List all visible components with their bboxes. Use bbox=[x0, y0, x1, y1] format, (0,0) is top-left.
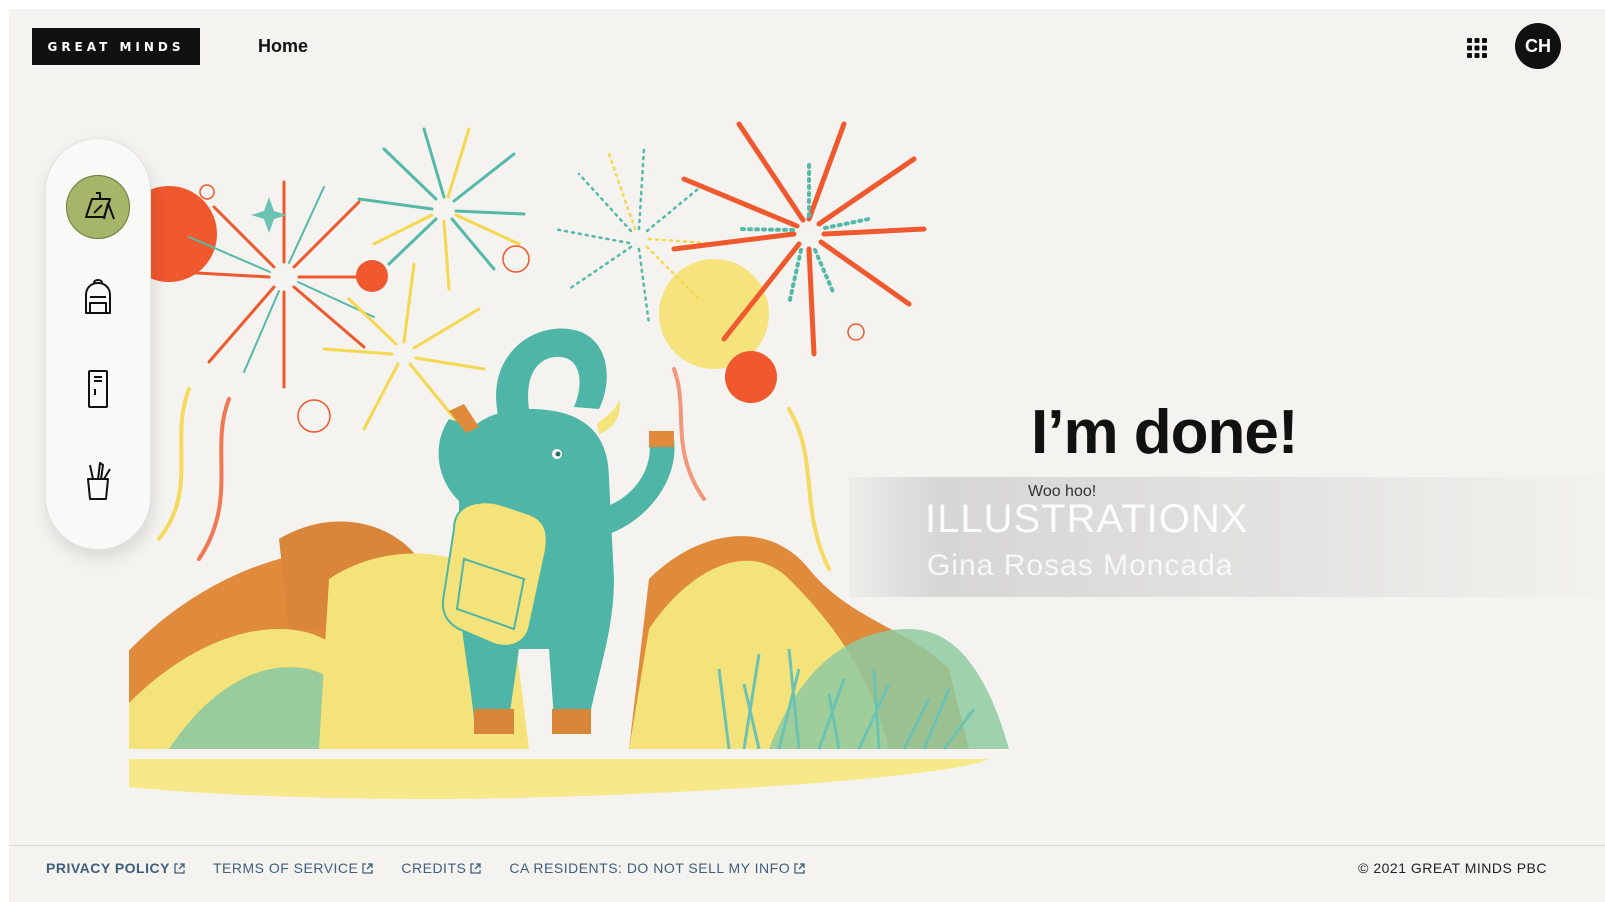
grid-icon[interactable] bbox=[1467, 38, 1487, 58]
nav-home-link[interactable]: Home bbox=[258, 36, 308, 57]
celebration-illustration bbox=[129, 121, 1009, 799]
pencil-cup-icon[interactable] bbox=[66, 449, 130, 513]
footer-link-label: TERMS OF SERVICE bbox=[212, 860, 359, 876]
external-link-icon bbox=[362, 862, 374, 874]
footer-links: PRIVACY POLICY TERMS OF SERVICE CREDITS … bbox=[46, 860, 805, 876]
external-link-icon bbox=[174, 862, 185, 874]
watermark-brand: ILLUSTRATIONX bbox=[925, 497, 1249, 541]
external-link-icon bbox=[794, 862, 805, 874]
footer-divider bbox=[9, 845, 1605, 846]
footer-link-label: CREDITS bbox=[401, 860, 467, 876]
locker-icon[interactable] bbox=[66, 357, 130, 421]
terms-of-service-link[interactable]: TERMS OF SERVICE bbox=[212, 860, 374, 876]
side-dock bbox=[46, 139, 150, 549]
do-not-sell-link[interactable]: CA RESIDENTS: DO NOT SELL MY INFO bbox=[509, 860, 805, 876]
user-avatar[interactable]: CH bbox=[1515, 23, 1561, 69]
copyright-text: © 2021 GREAT MINDS PBC bbox=[1358, 860, 1547, 876]
drawing-easel-icon[interactable] bbox=[66, 175, 130, 239]
external-link-icon bbox=[470, 862, 481, 874]
great-minds-logo[interactable]: GREAT MINDS bbox=[32, 28, 200, 65]
app-frame: GREAT MINDS Home CH I’m done! Woo hoo! I… bbox=[9, 9, 1605, 902]
completion-title: I’m done! bbox=[1031, 398, 1299, 467]
watermark-artist: Gina Rosas Moncada bbox=[927, 549, 1234, 582]
footer-link-label: CA RESIDENTS: DO NOT SELL MY INFO bbox=[509, 860, 791, 876]
credits-link[interactable]: CREDITS bbox=[401, 860, 481, 876]
privacy-policy-link[interactable]: PRIVACY POLICY bbox=[46, 860, 185, 876]
footer-link-label: PRIVACY POLICY bbox=[46, 860, 170, 876]
backpack-icon[interactable] bbox=[66, 265, 130, 329]
